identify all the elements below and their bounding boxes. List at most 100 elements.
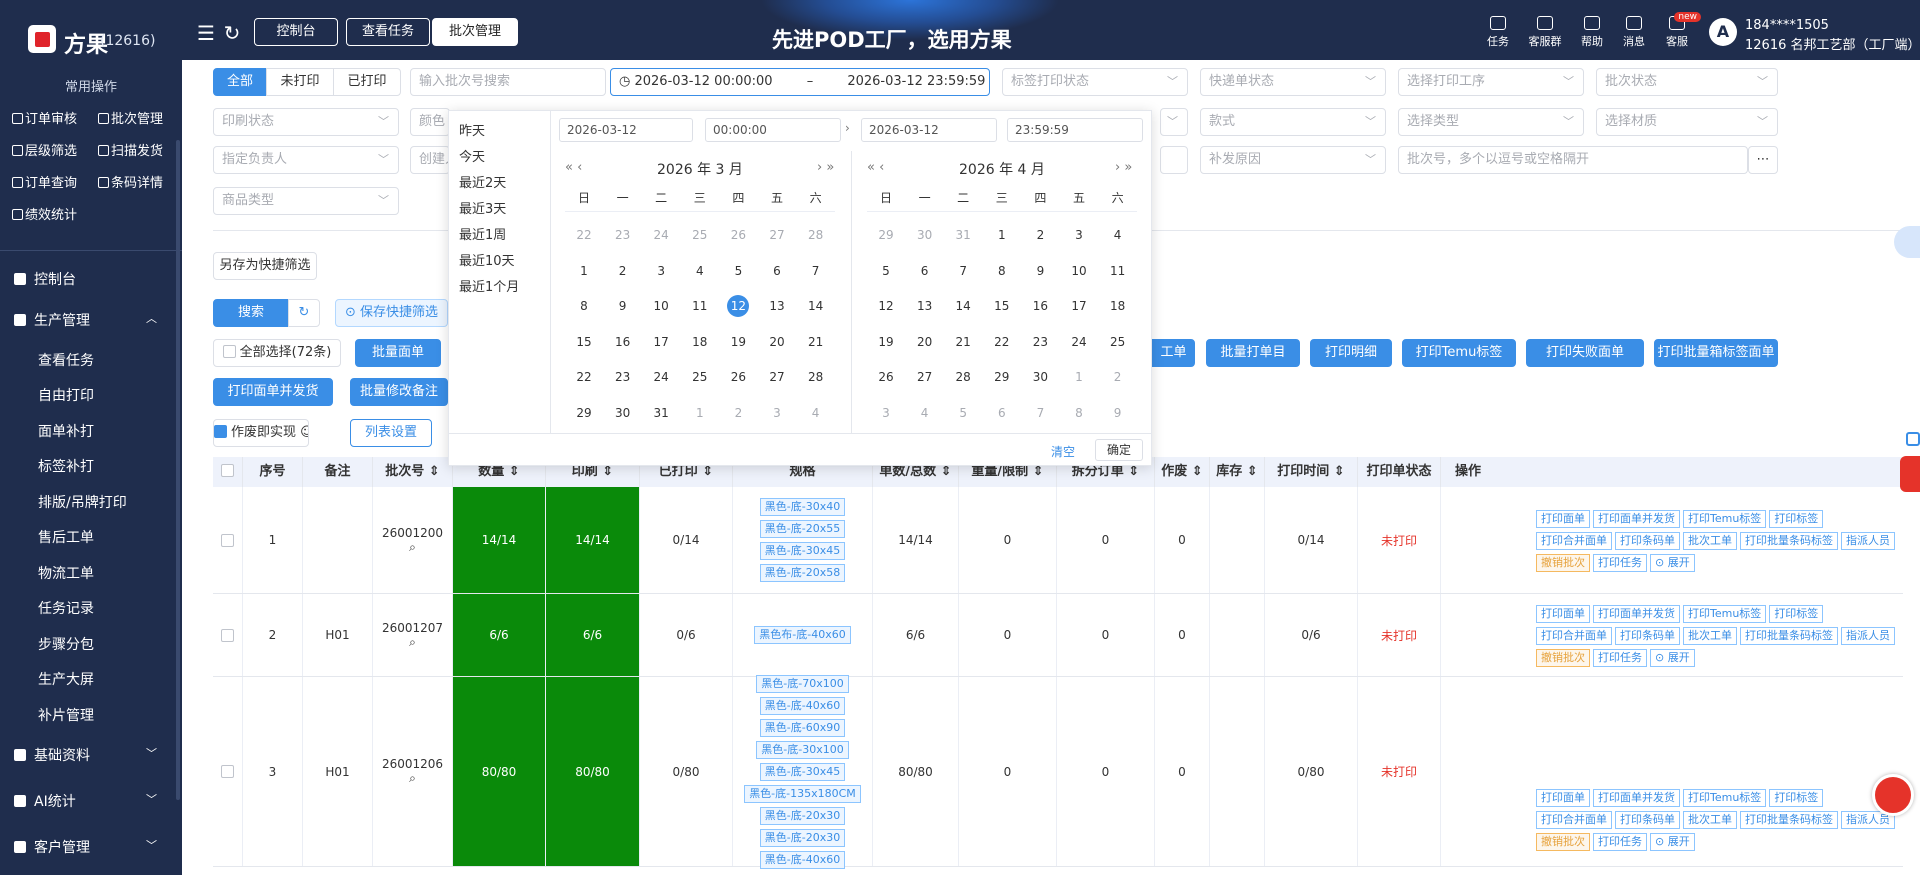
batch-bill-button[interactable]: 批量面单 (355, 339, 441, 367)
calendar-day[interactable]: 5 (719, 259, 757, 283)
calendar-day[interactable]: 4 (1099, 223, 1137, 247)
calendar-day[interactable]: 12 (867, 294, 905, 318)
calendar-day[interactable]: 17 (1060, 294, 1098, 318)
calendar-day[interactable]: 7 (1021, 401, 1059, 425)
batch-no-cell[interactable]: 26001206 ⌕ (373, 677, 453, 866)
calendar-day[interactable]: 26 (719, 365, 757, 389)
submenu-free-print[interactable]: 自由打印 (38, 385, 94, 405)
calendar-day[interactable]: 20 (758, 330, 796, 354)
user-phone[interactable]: 184****1505 (1745, 18, 1829, 33)
picker-right-next-nav[interactable]: › » (1115, 160, 1132, 175)
picker-shortcut-6[interactable]: 最近1个月 (459, 276, 519, 295)
tool-task[interactable]: 任务 (1478, 16, 1518, 49)
calendar-day[interactable]: 6 (906, 259, 944, 283)
side-tool-button[interactable] (1894, 226, 1920, 258)
menu-ai-stats[interactable]: AI统计 ﹀ (14, 791, 157, 811)
submenu-logistics[interactable]: 物流工单 (38, 563, 94, 583)
calendar-day[interactable]: 26 (867, 365, 905, 389)
picker-right-time-input[interactable]: 23:59:59 (1007, 118, 1143, 142)
reissue-reason-select[interactable]: 补发原因 ﹀ (1200, 146, 1386, 174)
refresh-icon[interactable]: ↻ (221, 22, 243, 44)
submenu-after-sale[interactable]: 售后工单 (38, 527, 94, 547)
calendar-day[interactable]: 2 (1099, 365, 1137, 389)
color-select[interactable]: 颜色 (410, 108, 450, 136)
row-action-button[interactable]: 打印面单并发货 (1593, 509, 1680, 528)
side-help-button[interactable] (1900, 456, 1920, 492)
row-checkbox[interactable] (213, 487, 243, 593)
calendar-day[interactable]: 20 (906, 330, 944, 354)
calendar-day[interactable]: 3 (642, 259, 680, 283)
search-icon[interactable]: ⌕ (409, 771, 416, 786)
table-row[interactable]: 1 26001200 ⌕ 14/14 14/14 0/14 黑色-底-30x40 黑色-底-2… (213, 487, 1903, 594)
quick-performance[interactable]: 绩效统计 (12, 204, 77, 223)
submenu-step-split[interactable]: 步骤分包 (38, 634, 94, 654)
menu-toggle-icon[interactable]: ☰ (195, 22, 217, 44)
calendar-day[interactable]: 13 (758, 294, 796, 318)
calendar-day[interactable]: 22 (565, 365, 603, 389)
picker-shortcut-4[interactable]: 最近1周 (459, 224, 506, 243)
menu-console[interactable]: 控制台 (14, 269, 76, 289)
row-checkbox[interactable] (213, 677, 243, 866)
label-print-status-select[interactable]: 标签打印状态 ﹀ (1002, 68, 1188, 96)
calendar-day[interactable]: 28 (797, 365, 835, 389)
calendar-day[interactable]: 1 (983, 223, 1021, 247)
picker-confirm-button[interactable]: 确定 (1095, 439, 1143, 461)
calendar-day[interactable]: 21 (797, 330, 835, 354)
print-failed-bill-button[interactable]: 打印失败面单 (1526, 339, 1644, 367)
picker-shortcut-5[interactable]: 最近10天 (459, 250, 515, 269)
row-action-button[interactable]: 打印标签 (1769, 509, 1824, 528)
sidebar-scrollbar[interactable] (176, 140, 180, 800)
row-action-button[interactable]: 撤销批次 (1536, 832, 1590, 851)
calendar-day[interactable]: 24 (1060, 330, 1098, 354)
batch-multi-input[interactable]: 批次号，多个以逗号或空格隔开 (1398, 146, 1748, 174)
save-quick-filter-button[interactable]: 另存为快捷筛选 (213, 252, 317, 280)
calendar-day[interactable]: 23 (1021, 330, 1059, 354)
calendar-day[interactable]: 19 (867, 330, 905, 354)
row-action-button[interactable]: 打印合并面单 (1536, 626, 1612, 645)
search-icon[interactable]: ⌕ (409, 540, 416, 555)
calendar-day[interactable]: 18 (681, 330, 719, 354)
calendar-day[interactable]: 28 (797, 223, 835, 247)
print-state-select[interactable]: 印刷状态 ﹀ (213, 108, 399, 136)
calendar-day[interactable]: 28 (944, 365, 982, 389)
row-action-button[interactable]: 打印面单并发货 (1593, 788, 1680, 807)
tool-customer-service[interactable]: 客服 new (1657, 12, 1701, 49)
tool-service-group[interactable]: 客服群 (1525, 16, 1565, 49)
calendar-day[interactable]: 19 (719, 330, 757, 354)
calendar-day[interactable]: 8 (1060, 401, 1098, 425)
picker-prev-nav[interactable]: « ‹ (565, 160, 582, 175)
print-ship-button[interactable]: 打印面单并发货 (213, 378, 333, 406)
calendar-day[interactable]: 25 (681, 223, 719, 247)
floating-service-button[interactable] (1872, 774, 1914, 816)
tab-console[interactable]: 控制台 (254, 18, 338, 46)
batch-search-input[interactable]: 输入批次号搜索 (410, 68, 606, 96)
row-action-button[interactable]: 指派人员 (1841, 626, 1895, 645)
picker-left-time-input[interactable]: 00:00:00 (705, 118, 841, 142)
table-row[interactable]: 2 H01 26001207 ⌕ 6/6 6/6 0/6 黑色布-底-40x60 6/6 0 0 0 0… (213, 594, 1903, 677)
batch-no-cell[interactable]: 26001207 ⌕ (373, 594, 453, 676)
print-batch-box-button[interactable]: 打印批量箱标签面单 (1654, 339, 1778, 367)
col-batch-no[interactable]: 批次号 ⇕ (373, 457, 453, 487)
calendar-day[interactable]: 29 (867, 223, 905, 247)
calendar-day[interactable]: 9 (1021, 259, 1059, 283)
submenu-reprint-bill[interactable]: 面单补打 (38, 421, 94, 441)
material-select[interactable]: 选择材质 ﹀ (1596, 108, 1778, 136)
batch-status-select[interactable]: 批次状态 ﹀ (1596, 68, 1778, 96)
calendar-day[interactable]: 6 (983, 401, 1021, 425)
tool-messages[interactable]: 消息 (1614, 16, 1654, 49)
calendar-day[interactable]: 30 (1021, 365, 1059, 389)
field-stub[interactable]: ﹀ (1160, 108, 1188, 136)
calendar-day[interactable]: 6 (758, 259, 796, 283)
picker-left-date-input[interactable]: 2026-03-12 (559, 118, 693, 142)
row-action-button[interactable]: 打印Temu标签 (1683, 788, 1767, 807)
picker-next-nav[interactable]: › » (817, 160, 834, 175)
row-action-button[interactable]: 打印Temu标签 (1683, 509, 1767, 528)
print-temu-button[interactable]: 打印Temu标签 (1402, 339, 1516, 367)
style-select[interactable]: 款式 ﹀ (1200, 108, 1386, 136)
calendar-day[interactable]: 23 (604, 223, 642, 247)
calendar-day[interactable]: 13 (906, 294, 944, 318)
work-order-button[interactable]: 工单 (1152, 339, 1195, 367)
calendar-day[interactable]: 4 (797, 401, 835, 425)
batch-print-list-button[interactable]: 批量打单目 (1206, 339, 1300, 367)
row-action-button[interactable]: 指派人员 (1841, 531, 1895, 550)
